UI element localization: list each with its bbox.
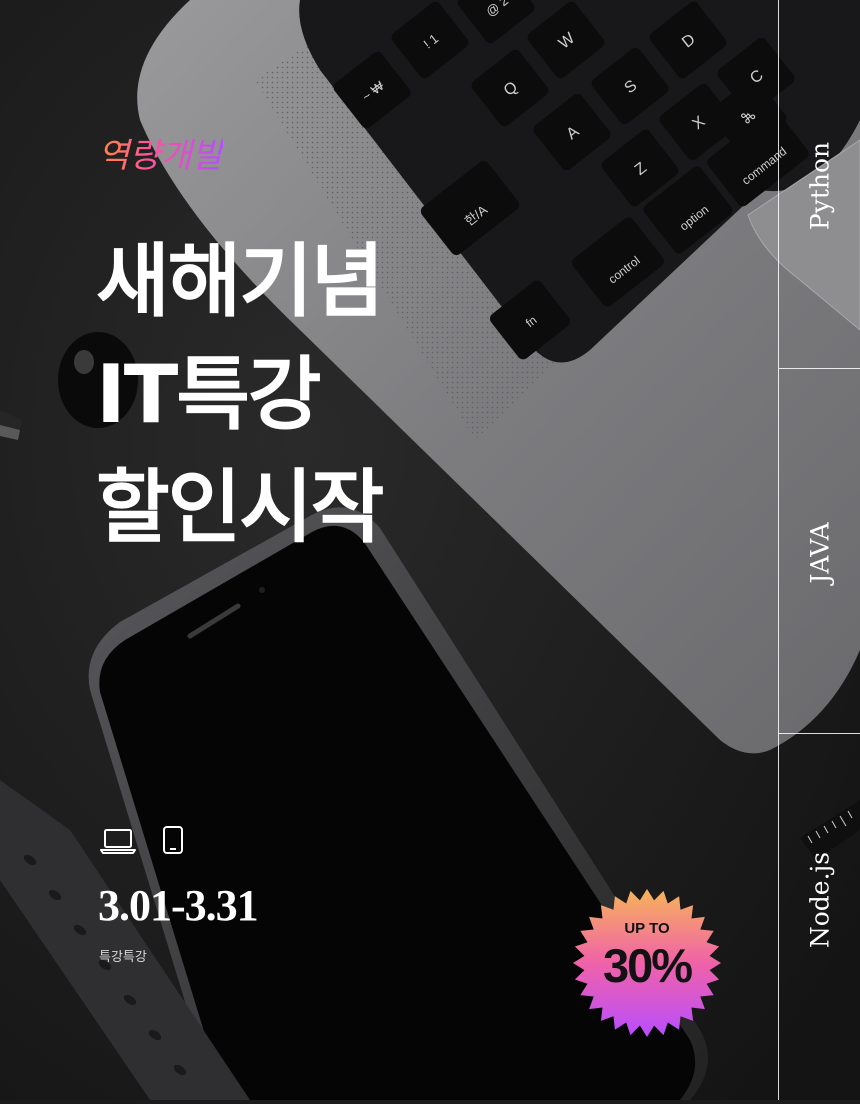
laptop-icon bbox=[100, 829, 136, 854]
device-icons bbox=[100, 826, 184, 854]
headline-line-1: 새해기념 bbox=[96, 235, 384, 328]
side-rail: Python JAVA Node.js bbox=[778, 0, 860, 1100]
kicker-text: 역량개발 bbox=[98, 128, 223, 177]
date-range: 3.01-3.31 bbox=[98, 881, 259, 930]
discount-badge: UP TO 30% bbox=[572, 888, 722, 1038]
rail-label-python: Python bbox=[805, 141, 835, 231]
headline-line-2: IT특강 bbox=[96, 348, 322, 441]
badge-amount: 30% bbox=[602, 939, 693, 992]
headline-line-3: 할인시작 bbox=[96, 461, 384, 554]
headline: 새해기념 IT특강 할인시작 bbox=[96, 225, 384, 564]
badge-top-text: UP TO bbox=[624, 920, 670, 937]
rail-divider bbox=[779, 733, 860, 734]
tablet-icon bbox=[163, 826, 183, 854]
rail-divider bbox=[779, 368, 860, 369]
rail-label-nodejs: Node.js bbox=[805, 851, 835, 949]
subtitle: 특강특강 bbox=[99, 950, 147, 965]
rail-label-java: JAVA bbox=[805, 522, 835, 584]
